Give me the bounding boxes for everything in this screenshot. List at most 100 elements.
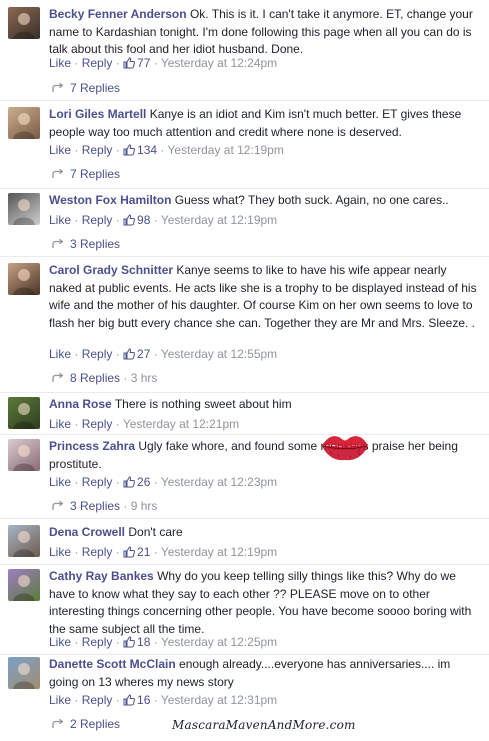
reply-arrow-icon [52, 719, 64, 728]
replies-time: 3 hrs [130, 371, 158, 385]
comment-timestamp[interactable]: Yesterday at 12:19pm [161, 213, 277, 227]
comment-timestamp[interactable]: Yesterday at 12:21pm [123, 417, 239, 431]
avatar-photo-icon [13, 445, 35, 471]
thumbs-up-icon [123, 694, 135, 706]
separator: · [71, 417, 82, 431]
avatar[interactable] [8, 657, 40, 689]
like-link[interactable]: Like [49, 475, 71, 489]
separator: · [112, 693, 124, 707]
comment-divider [0, 654, 489, 655]
comment-body: Becky Fenner Anderson Ok. This is it. I … [49, 6, 481, 59]
avatar[interactable] [8, 263, 40, 295]
like-link[interactable]: Like [49, 635, 71, 649]
reply-link[interactable]: Reply [82, 545, 113, 559]
comment-timestamp[interactable]: Yesterday at 12:19pm [161, 545, 277, 559]
comment-timestamp[interactable]: Yesterday at 12:55pm [161, 347, 277, 361]
avatar[interactable] [8, 525, 40, 557]
like-link[interactable]: Like [49, 347, 71, 361]
comment-timestamp[interactable]: Yesterday at 12:31pm [161, 693, 277, 707]
replies-link[interactable]: 7 Replies [70, 81, 120, 95]
like-count[interactable]: 27 [123, 347, 150, 361]
comment-author[interactable]: Dena Crowell [49, 525, 125, 539]
like-count[interactable]: 98 [123, 213, 150, 227]
separator: · [120, 499, 131, 513]
separator: · [112, 635, 124, 649]
separator: · [112, 545, 124, 559]
replies-link[interactable]: 8 Replies [70, 371, 120, 385]
like-count[interactable]: 26 [123, 475, 150, 489]
reply-link[interactable]: Reply [82, 635, 113, 649]
avatar[interactable] [8, 439, 40, 471]
comment-author[interactable]: Anna Rose [49, 397, 112, 411]
avatar[interactable] [8, 569, 40, 601]
like-count-value: 134 [137, 143, 158, 157]
like-count[interactable]: 77 [123, 56, 150, 70]
comment-timestamp[interactable]: Yesterday at 12:25pm [161, 635, 277, 649]
comment-author[interactable]: Danette Scott McClain [49, 657, 176, 671]
view-replies[interactable]: 3 Replies [52, 236, 120, 252]
avatar[interactable] [8, 107, 40, 139]
view-replies[interactable]: 7 Replies [52, 166, 120, 182]
separator: · [112, 213, 124, 227]
separator: · [112, 475, 124, 489]
comment-actions: Like · Reply · 134 · Yesterday at 12:19p… [49, 142, 284, 158]
replies-link[interactable]: 2 Replies [70, 717, 120, 731]
comment-author[interactable]: Weston Fox Hamilton [49, 193, 171, 207]
like-link[interactable]: Like [49, 143, 71, 157]
reply-link[interactable]: Reply [82, 213, 113, 227]
separator: · [120, 371, 131, 385]
view-replies[interactable]: 2 Replies [52, 716, 120, 732]
avatar[interactable] [8, 193, 40, 225]
comment-divider [0, 518, 489, 519]
reply-link[interactable]: Reply [82, 475, 113, 489]
separator: · [112, 56, 124, 70]
reply-link[interactable]: Reply [82, 347, 113, 361]
like-link[interactable]: Like [49, 56, 71, 70]
reply-link[interactable]: Reply [82, 693, 113, 707]
comment-text: Guess what? They both suck. Again, no on… [174, 193, 449, 207]
comment-body: Carol Grady Schnitter Kanye seems to lik… [49, 262, 481, 332]
comment-text: Don't care [128, 525, 183, 539]
comment-timestamp[interactable]: Yesterday at 12:23pm [161, 475, 277, 489]
comment-actions: Like · Reply · 26 · Yesterday at 12:23pm [49, 474, 277, 490]
thumbs-up-icon [123, 214, 135, 226]
avatar-photo-icon [13, 663, 35, 689]
comment-author[interactable]: Lori Giles Martell [49, 107, 146, 121]
separator: · [157, 143, 168, 157]
thumbs-up-icon [123, 636, 135, 648]
reply-arrow-icon [52, 373, 64, 382]
comment-timestamp[interactable]: Yesterday at 12:24pm [161, 56, 277, 70]
replies-link[interactable]: 7 Replies [70, 167, 120, 181]
comment-actions: Like · Reply · 18 · Yesterday at 12:25pm [49, 634, 277, 650]
like-count[interactable]: 134 [123, 143, 157, 157]
avatar[interactable] [8, 397, 40, 429]
view-replies[interactable]: 7 Replies [52, 80, 120, 96]
view-replies[interactable]: 3 Replies · 9 hrs [52, 498, 157, 514]
replies-link[interactable]: 3 Replies [70, 499, 120, 513]
like-count[interactable]: 16 [123, 693, 150, 707]
comment-timestamp[interactable]: Yesterday at 12:19pm [168, 143, 284, 157]
like-count-value: 98 [137, 213, 151, 227]
reply-link[interactable]: Reply [82, 56, 113, 70]
separator: · [150, 635, 161, 649]
like-link[interactable]: Like [49, 693, 71, 707]
comment-author[interactable]: Becky Fenner Anderson [49, 7, 187, 21]
like-count-value: 18 [137, 635, 151, 649]
comment-author[interactable]: Princess Zahra [49, 439, 135, 453]
reply-link[interactable]: Reply [82, 143, 113, 157]
reply-link[interactable]: Reply [82, 417, 113, 431]
comment-author[interactable]: Cathy Ray Bankes [49, 569, 154, 583]
avatar[interactable] [8, 7, 40, 39]
like-count[interactable]: 21 [123, 545, 150, 559]
replies-link[interactable]: 3 Replies [70, 237, 120, 251]
like-count-value: 16 [137, 693, 151, 707]
avatar-photo-icon [13, 199, 35, 225]
like-link[interactable]: Like [49, 213, 71, 227]
like-link[interactable]: Like [49, 545, 71, 559]
avatar-photo-icon [13, 13, 35, 39]
like-count[interactable]: 18 [123, 635, 150, 649]
comment-author[interactable]: Carol Grady Schnitter [49, 263, 173, 277]
view-replies[interactable]: 8 Replies · 3 hrs [52, 370, 157, 386]
separator: · [71, 635, 82, 649]
like-link[interactable]: Like [49, 417, 71, 431]
